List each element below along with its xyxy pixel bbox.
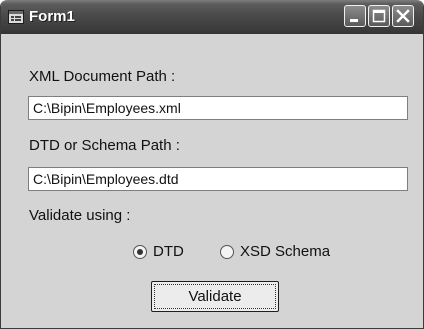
title-bar[interactable]: Form1 (1, 0, 423, 34)
close-button[interactable] (392, 5, 414, 27)
schema-path-label: DTD or Schema Path : (29, 137, 180, 154)
minimize-icon (350, 19, 358, 22)
validate-button-label: Validate (154, 284, 276, 309)
close-icon (396, 9, 410, 23)
minimize-button[interactable] (344, 5, 366, 27)
xml-path-input[interactable]: C:\Bipin\Employees.xml (28, 96, 408, 120)
maximize-icon (372, 9, 386, 23)
window-title: Form1 (29, 8, 75, 25)
radio-dtd-label: DTD (153, 243, 184, 260)
xml-path-label: XML Document Path : (29, 68, 176, 85)
validate-button[interactable]: Validate (151, 281, 279, 312)
radio-dot (137, 249, 143, 255)
form1-window: Form1 XML Document Path : C:\Bipin\Emplo… (0, 0, 424, 329)
radio-xsd-schema-label: XSD Schema (240, 243, 331, 260)
radio-selected-icon (133, 245, 147, 259)
schema-path-input[interactable]: C:\Bipin\Employees.dtd (28, 167, 408, 191)
radio-unselected-icon (220, 245, 234, 259)
form-window-icon[interactable] (8, 9, 24, 25)
maximize-button[interactable] (368, 5, 390, 27)
validate-using-label: Validate using : (29, 207, 131, 224)
